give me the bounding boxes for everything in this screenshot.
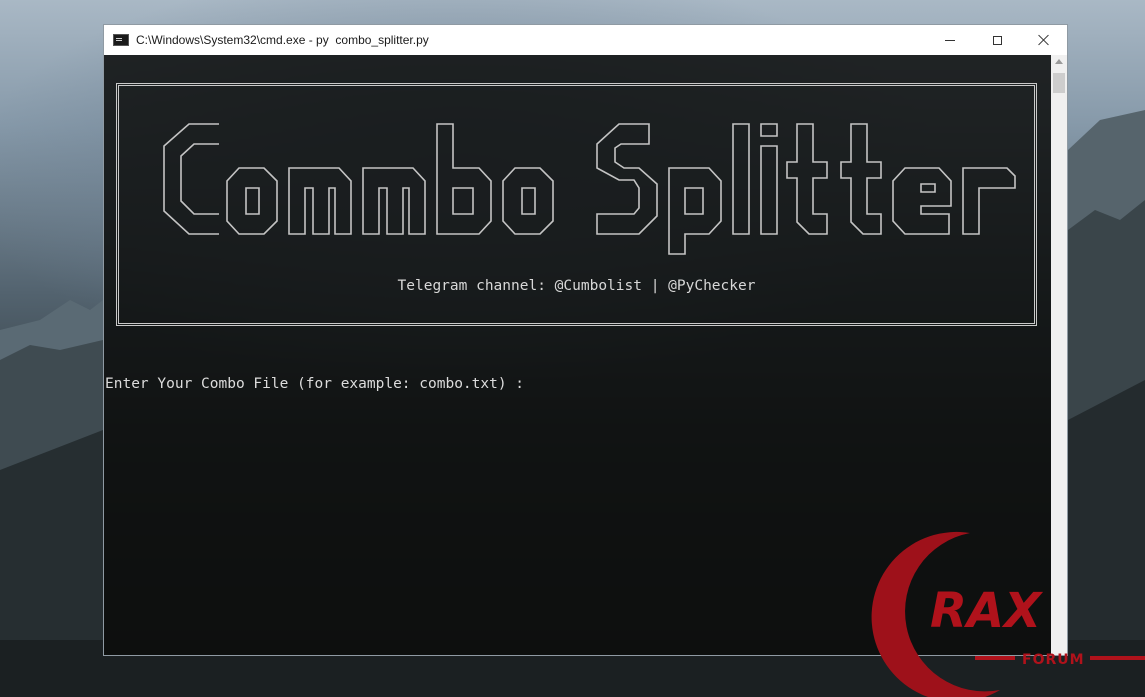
svg-text:RAX: RAX (930, 583, 1043, 639)
close-icon (1038, 34, 1050, 46)
title-bar[interactable]: C:\Windows\System32\cmd.exe - py combo_s… (104, 25, 1067, 55)
telegram-channel-text: Telegram channel: @Cumbolist | @PyChecke… (397, 278, 756, 294)
svg-text:FORUM: FORUM (1022, 652, 1085, 668)
console-icon[interactable] (113, 34, 129, 46)
maximize-icon (992, 35, 1002, 45)
banner-frame: Telegram channel: @Cumbolist | @PyChecke… (116, 83, 1037, 326)
close-button[interactable] (1021, 25, 1067, 55)
combo-file-prompt: Enter Your Combo File (for example: comb… (105, 376, 525, 392)
crax-forum-logo: RAX FORUM (871, 531, 1145, 697)
maximize-button[interactable] (974, 25, 1020, 55)
minimize-icon (945, 39, 955, 41)
window-title: C:\Windows\System32\cmd.exe - py combo_s… (136, 33, 429, 47)
scroll-up-arrow-icon[interactable] (1055, 59, 1063, 64)
minimize-button[interactable] (927, 25, 973, 55)
scroll-thumb[interactable] (1053, 73, 1065, 93)
ascii-banner (163, 123, 1016, 255)
